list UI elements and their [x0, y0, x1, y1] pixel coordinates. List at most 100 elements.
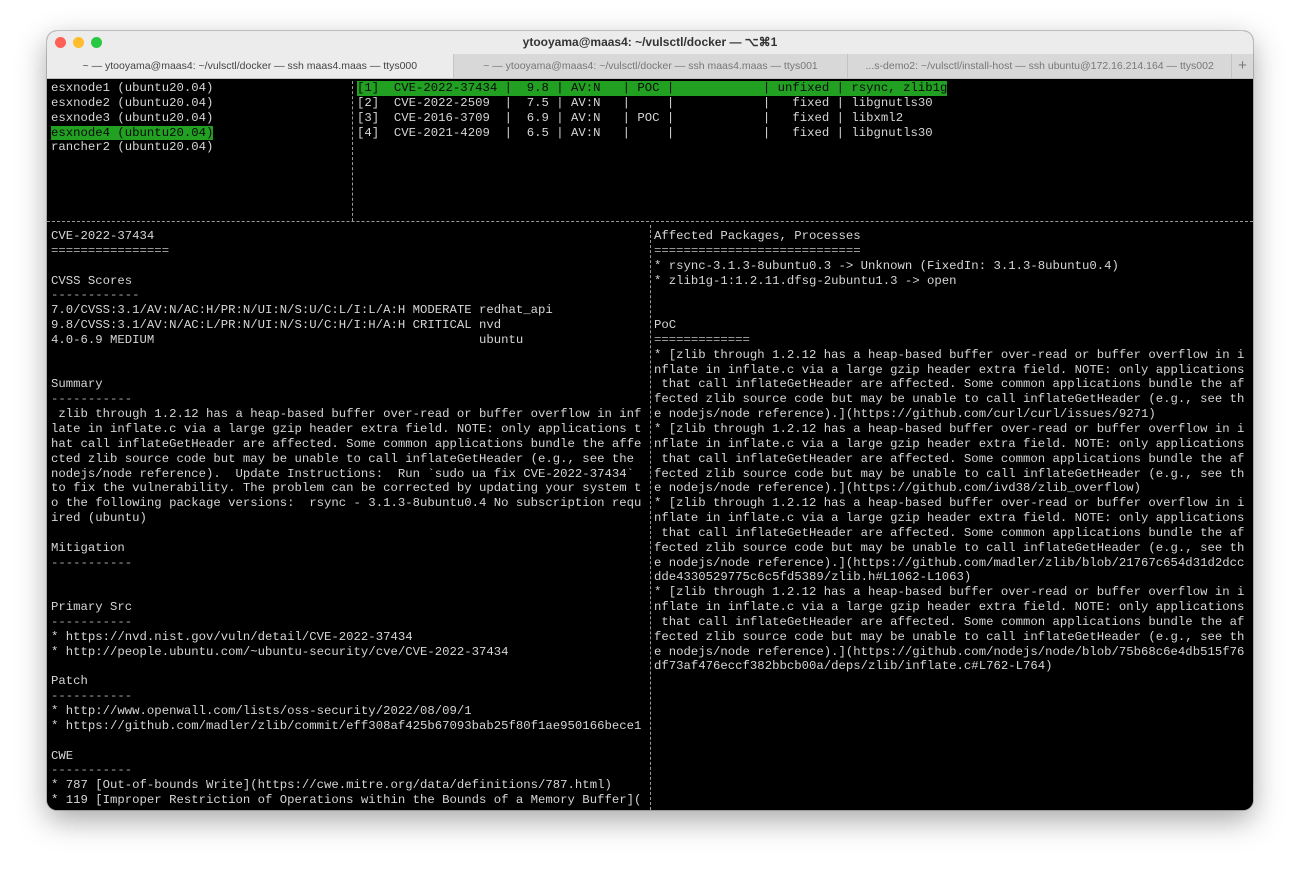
- host-item-text: esxnode2 (ubuntu20.04): [51, 95, 214, 110]
- detail-line-text: CVSS Scores: [51, 273, 133, 288]
- detail-line: [51, 259, 649, 274]
- detail-line: -----------: [51, 556, 649, 571]
- package-line-text: fected zlib source code but may be unabl…: [654, 466, 1245, 481]
- package-line: dde4330529775c6c5fd5389/zlib.h#L1062-L10…: [654, 570, 1252, 585]
- package-line: e nodejs/node reference).](https://githu…: [654, 556, 1252, 571]
- detail-line-text: Mitigation: [51, 540, 125, 555]
- cve-row-text: [2] CVE-2022-2509 | 7.5 | AV:N | | | fix…: [357, 95, 933, 110]
- package-line-text: e nodejs/node reference).](https://githu…: [654, 407, 1156, 422]
- package-line-text: e nodejs/node reference).](https://githu…: [654, 481, 1142, 496]
- detail-line-text: ================: [51, 243, 170, 258]
- package-line-text: fected zlib source code but may be unabl…: [654, 392, 1245, 407]
- detail-line-text: CWE: [51, 748, 74, 763]
- cve-row-text: [3] CVE-2016-3709 | 6.9 | AV:N | POC | |…: [357, 110, 904, 125]
- package-line-text: PoC: [654, 318, 677, 333]
- detail-line: * 787 [Out-of-bounds Write](https://cwe.…: [51, 778, 649, 793]
- detail-line: -----------: [51, 763, 649, 778]
- detail-line: nodejs/node reference). Update Instructi…: [51, 467, 649, 482]
- detail-line: zlib through 1.2.12 has a heap-based buf…: [51, 407, 649, 422]
- detail-line: * 119 [Improper Restriction of Operation…: [51, 793, 649, 808]
- detail-line-text: -----------: [51, 392, 133, 407]
- host-item[interactable]: esxnode3 (ubuntu20.04): [51, 111, 351, 126]
- package-line: e nodejs/node reference).](https://githu…: [654, 481, 1252, 496]
- cve-detail-pane[interactable]: CVE-2022-37434 ================ CVSS Score…: [51, 229, 649, 810]
- cve-row[interactable]: [3] CVE-2016-3709 | 6.9 | AV:N | POC | |…: [357, 111, 1249, 126]
- detail-line: Summary: [51, 377, 649, 392]
- host-item[interactable]: esxnode2 (ubuntu20.04): [51, 96, 351, 111]
- package-line-text: e nodejs/node reference).](https://githu…: [654, 644, 1245, 659]
- detail-line: -----------: [51, 392, 649, 407]
- detail-line-text: hat call inflateGetHeader are affected. …: [51, 436, 642, 451]
- detail-line: -----------: [51, 615, 649, 630]
- detail-line: * http://people.ubuntu.com/~ubuntu-secur…: [51, 645, 649, 660]
- cve-row[interactable]: [2] CVE-2022-2509 | 7.5 | AV:N | | | fix…: [357, 96, 1249, 111]
- detail-line-text: 4.0-6.9 MEDIUM ubuntu: [51, 332, 524, 347]
- package-line-text: nflate in inflate.c via a large gzip hea…: [654, 600, 1245, 615]
- package-line: * [zlib through 1.2.12 has a heap-based …: [654, 422, 1252, 437]
- host-item[interactable]: esxnode1 (ubuntu20.04): [51, 81, 351, 96]
- package-line: PoC: [654, 318, 1252, 333]
- package-line: that call inflateGetHeader are affected.…: [654, 452, 1252, 467]
- detail-line-text: -----------: [51, 689, 133, 704]
- host-list[interactable]: esxnode1 (ubuntu20.04) esxnode2 (ubuntu20…: [51, 81, 351, 221]
- package-line-text: Affected Packages, Processes: [654, 229, 861, 243]
- detail-line: CVSS Scores: [51, 274, 649, 289]
- terminal-content[interactable]: esxnode1 (ubuntu20.04) esxnode2 (ubuntu20…: [47, 79, 1253, 810]
- detail-line-text: 9.8/CVSS:3.1/AV:N/AC:L/PR:N/UI:N/S:U/C:H…: [51, 318, 502, 333]
- host-item-text: esxnode3 (ubuntu20.04): [51, 110, 214, 125]
- package-line-text: that call inflateGetHeader are affected.…: [654, 525, 1245, 540]
- package-line-text: nflate in inflate.c via a large gzip hea…: [654, 362, 1245, 377]
- detail-line: late in inflate.c via a large gzip heade…: [51, 422, 649, 437]
- host-item-text: esxnode4 (ubuntu20.04): [51, 125, 214, 141]
- detail-line-text: cted zlib source code but may be unable …: [51, 451, 642, 466]
- package-line-text: =============: [654, 332, 750, 347]
- detail-line: Primary Src: [51, 600, 649, 615]
- pane-divider-vertical-top: [352, 81, 353, 221]
- package-line-text: e nodejs/node reference).](https://githu…: [654, 555, 1245, 570]
- detail-line-text: * https://nvd.nist.gov/vuln/detail/CVE-2…: [51, 629, 413, 644]
- detail-line: [51, 526, 649, 541]
- package-line: e nodejs/node reference).](https://githu…: [654, 407, 1252, 422]
- package-line: [654, 303, 1252, 318]
- package-line: that call inflateGetHeader are affected.…: [654, 615, 1252, 630]
- cve-list[interactable]: [1] CVE-2022-37434 | 9.8 | AV:N | POC | …: [357, 81, 1249, 221]
- host-item[interactable]: rancher2 (ubuntu20.04): [51, 140, 351, 155]
- detail-line-text: * 119 [Improper Restriction of Operation…: [51, 793, 642, 808]
- cve-row[interactable]: [1] CVE-2022-37434 | 9.8 | AV:N | POC | …: [357, 81, 1249, 96]
- host-item-text: rancher2 (ubuntu20.04): [51, 140, 214, 155]
- minimize-button[interactable]: [73, 37, 84, 48]
- package-line: fected zlib source code but may be unabl…: [654, 630, 1252, 645]
- zoom-button[interactable]: [91, 37, 102, 48]
- tab-ttys000[interactable]: ~ — ytooyama@maas4: ~/vulsctl/docker — s…: [47, 54, 453, 78]
- detail-line: o the following package versions: rsync …: [51, 496, 649, 511]
- package-line-text: that call inflateGetHeader are affected.…: [654, 377, 1245, 392]
- detail-line-text: ired (ubuntu): [51, 511, 147, 526]
- cve-row[interactable]: [4] CVE-2021-4209 | 6.5 | AV:N | | | fix…: [357, 126, 1249, 141]
- tab-ttys002[interactable]: ...s-demo2: ~/vulsctl/install-host — ssh…: [847, 54, 1231, 78]
- package-line-text: * zlib1g-1:1.2.11.dfsg-2ubuntu1.3 -> ope…: [654, 273, 957, 288]
- window-controls: [55, 37, 102, 48]
- detail-line-text: zlib through 1.2.12 has a heap-based buf…: [51, 407, 642, 422]
- affected-packages-pane[interactable]: Affected Packages, Processes ============…: [654, 229, 1252, 810]
- host-item[interactable]: esxnode4 (ubuntu20.04): [51, 125, 351, 141]
- detail-line-text: ------------: [51, 288, 140, 303]
- package-line-text: nflate in inflate.c via a large gzip hea…: [654, 436, 1245, 451]
- detail-line: ired (ubuntu): [51, 511, 649, 526]
- package-line-text: that call inflateGetHeader are affected.…: [654, 451, 1245, 466]
- package-line-text: nflate in inflate.c via a large gzip hea…: [654, 511, 1245, 526]
- package-line: * [zlib through 1.2.12 has a heap-based …: [654, 348, 1252, 363]
- package-line: [654, 288, 1252, 303]
- pane-divider-horizontal: [47, 221, 1253, 222]
- package-line-text: * [zlib through 1.2.12 has a heap-based …: [654, 347, 1245, 362]
- package-line: nflate in inflate.c via a large gzip hea…: [654, 511, 1252, 526]
- detail-line: ================: [51, 244, 649, 259]
- close-button[interactable]: [55, 37, 66, 48]
- host-item-text: esxnode1 (ubuntu20.04): [51, 81, 214, 95]
- detail-line-text: -----------: [51, 614, 133, 629]
- package-line-text: * [zlib through 1.2.12 has a heap-based …: [654, 496, 1245, 511]
- detail-line-text: -----------: [51, 555, 133, 570]
- tab-ttys001[interactable]: ~ — ytooyama@maas4: ~/vulsctl/docker — s…: [452, 54, 848, 78]
- package-line: that call inflateGetHeader are affected.…: [654, 377, 1252, 392]
- new-tab-button[interactable]: +: [1231, 54, 1253, 78]
- package-line: df73af476eccf382bbcb00a/deps/zlib/inflat…: [654, 659, 1252, 674]
